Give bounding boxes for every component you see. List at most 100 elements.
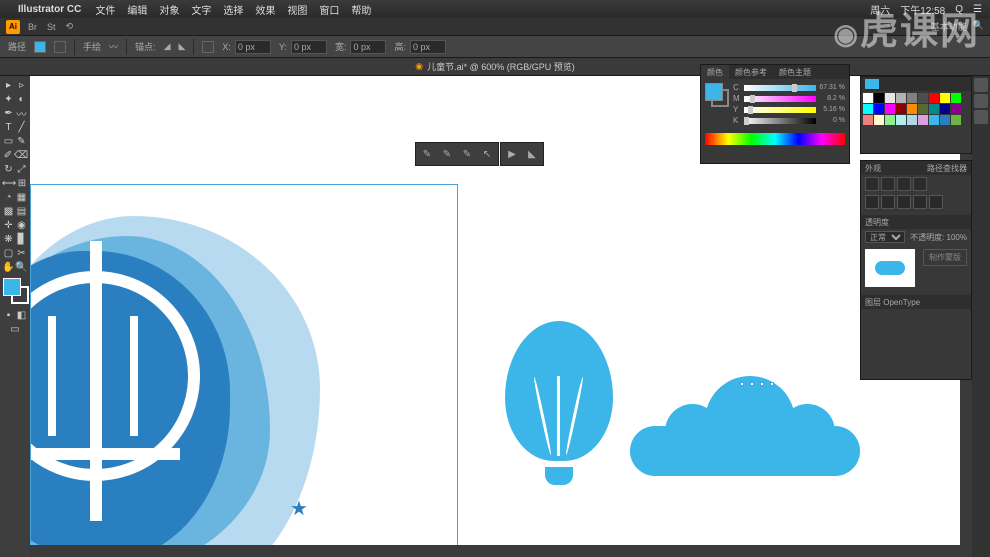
pathfinder-minus-icon[interactable] bbox=[881, 177, 895, 191]
anchor-point[interactable] bbox=[770, 382, 774, 386]
pathfinder-exclude-icon[interactable] bbox=[913, 177, 927, 191]
make-mask-button[interactable]: 制作蒙版 bbox=[923, 249, 967, 266]
fill-stroke-control[interactable] bbox=[3, 278, 29, 304]
floating-toolbar-1[interactable]: ✎ ✎ ✎ ↖ bbox=[415, 142, 499, 166]
shape-builder-tool[interactable]: ◔ bbox=[2, 190, 15, 204]
type-tool[interactable]: T bbox=[2, 120, 15, 134]
swatch[interactable] bbox=[940, 115, 950, 125]
pathfinder-crop-icon[interactable] bbox=[913, 195, 927, 209]
swatch[interactable] bbox=[907, 104, 917, 114]
swatch[interactable] bbox=[885, 115, 895, 125]
swatch[interactable] bbox=[940, 93, 950, 103]
swatch[interactable] bbox=[885, 93, 895, 103]
scale-tool[interactable]: ⤢ bbox=[15, 162, 28, 176]
pathfinder-divide-icon[interactable] bbox=[865, 195, 879, 209]
rotate-tool[interactable]: ↻ bbox=[2, 162, 15, 176]
menu-object[interactable]: 对象 bbox=[159, 2, 179, 17]
screen-mode-icon[interactable]: ▭ bbox=[2, 322, 28, 336]
swatches-panel[interactable] bbox=[860, 76, 972, 154]
convert-icon[interactable]: ◢ bbox=[164, 41, 171, 52]
swatch[interactable] bbox=[863, 93, 873, 103]
floating-toolbar-2[interactable]: ▶ ◣ bbox=[500, 142, 544, 166]
slice-tool[interactable]: ✂ bbox=[15, 246, 28, 260]
menu-view[interactable]: 视图 bbox=[287, 2, 307, 17]
swatch[interactable] bbox=[940, 104, 950, 114]
blend-tool[interactable]: ◉ bbox=[15, 218, 28, 232]
dock-icon[interactable] bbox=[974, 110, 988, 124]
swatch[interactable] bbox=[874, 93, 884, 103]
fill-color[interactable] bbox=[3, 278, 21, 296]
horizontal-scrollbar[interactable] bbox=[30, 545, 972, 557]
app-name[interactable]: Illustrator CC bbox=[18, 4, 81, 15]
direct-select-icon[interactable]: ◣ bbox=[523, 145, 541, 163]
workspace-label[interactable]: 基本功能 bbox=[931, 20, 967, 33]
smooth-icon[interactable]: ✎ bbox=[438, 145, 456, 163]
color-tab[interactable]: 颜色 bbox=[701, 65, 729, 79]
width-tool[interactable]: ⟷ bbox=[2, 176, 16, 190]
lasso-tool[interactable]: ◐ bbox=[15, 92, 28, 106]
fill-swatch[interactable] bbox=[34, 41, 46, 53]
bridge-link[interactable]: Br bbox=[28, 22, 37, 32]
free-transform-tool[interactable]: ⊞ bbox=[16, 176, 28, 190]
stroke-swatch[interactable] bbox=[54, 41, 66, 53]
anchor-point[interactable] bbox=[750, 382, 754, 386]
dock-icon[interactable] bbox=[974, 94, 988, 108]
pencil-icon[interactable]: ✎ bbox=[418, 145, 436, 163]
y-input[interactable] bbox=[291, 40, 327, 54]
menu-help[interactable]: 帮助 bbox=[351, 2, 371, 17]
menu-select[interactable]: 选择 bbox=[223, 2, 243, 17]
swatch[interactable] bbox=[874, 115, 884, 125]
swatch[interactable] bbox=[929, 115, 939, 125]
menu-window[interactable]: 窗口 bbox=[319, 2, 339, 17]
spectrum-bar[interactable] bbox=[705, 133, 845, 145]
swatch[interactable] bbox=[874, 104, 884, 114]
perspective-tool[interactable]: ▦ bbox=[15, 190, 28, 204]
line-tool[interactable]: ╱ bbox=[15, 120, 28, 134]
gradient-mode-icon[interactable]: ◧ bbox=[15, 308, 28, 322]
swatch[interactable] bbox=[863, 104, 873, 114]
magic-wand-tool[interactable]: ✦ bbox=[2, 92, 15, 106]
spotlight-icon[interactable]: Q bbox=[955, 4, 963, 15]
color-themes-tab[interactable]: 颜色主题 bbox=[773, 65, 817, 79]
swatch[interactable] bbox=[896, 115, 906, 125]
w-input[interactable] bbox=[350, 40, 386, 54]
swatch[interactable] bbox=[896, 104, 906, 114]
sync-icon[interactable]: ⟲ bbox=[66, 21, 74, 32]
curvature-tool[interactable]: 〰 bbox=[15, 106, 28, 120]
search-icon[interactable]: 🔍 bbox=[973, 20, 984, 33]
k-slider[interactable] bbox=[744, 118, 816, 124]
convert-icon-2[interactable]: ◣ bbox=[178, 41, 185, 52]
swatch[interactable] bbox=[929, 104, 939, 114]
pathfinder-outline-icon[interactable] bbox=[929, 195, 943, 209]
x-input[interactable] bbox=[235, 40, 271, 54]
properties-panel[interactable]: 外观路径查找器 透明度 正常 不透明度: 100% 制作蒙版 图层 OpenTy… bbox=[860, 160, 972, 380]
graph-tool[interactable]: ▊ bbox=[15, 232, 28, 246]
pen-tool[interactable]: ✒ bbox=[2, 106, 15, 120]
eyedropper-tool[interactable]: ✛ bbox=[2, 218, 15, 232]
menu-file[interactable]: 文件 bbox=[95, 2, 115, 17]
brush-icon[interactable]: 〰 bbox=[109, 40, 118, 53]
swatch[interactable] bbox=[863, 115, 873, 125]
swatch[interactable] bbox=[907, 93, 917, 103]
swatch[interactable] bbox=[951, 93, 961, 103]
h-input[interactable] bbox=[410, 40, 446, 54]
pathfinder-merge-icon[interactable] bbox=[897, 195, 911, 209]
path-eraser-icon[interactable]: ✎ bbox=[458, 145, 476, 163]
fill-stroke-proxy[interactable] bbox=[705, 83, 729, 107]
stock-link[interactable]: St bbox=[47, 22, 56, 32]
swatch[interactable] bbox=[951, 104, 961, 114]
swatch[interactable] bbox=[907, 115, 917, 125]
paintbrush-tool[interactable]: ✎ bbox=[15, 134, 28, 148]
color-guide-tab[interactable]: 颜色参考 bbox=[729, 65, 773, 79]
menu-type[interactable]: 文字 bbox=[191, 2, 211, 17]
eraser-tool[interactable]: ⌫ bbox=[14, 148, 28, 162]
swatch[interactable] bbox=[918, 115, 928, 125]
shaper-tool[interactable]: ✐ bbox=[2, 148, 14, 162]
swatch[interactable] bbox=[885, 104, 895, 114]
y-slider[interactable] bbox=[744, 107, 816, 113]
mesh-tool[interactable]: ▩ bbox=[2, 204, 15, 218]
align-icon[interactable] bbox=[202, 41, 214, 53]
swatch[interactable] bbox=[918, 93, 928, 103]
dock-icon[interactable] bbox=[974, 78, 988, 92]
symbol-sprayer-tool[interactable]: ❋ bbox=[2, 232, 15, 246]
